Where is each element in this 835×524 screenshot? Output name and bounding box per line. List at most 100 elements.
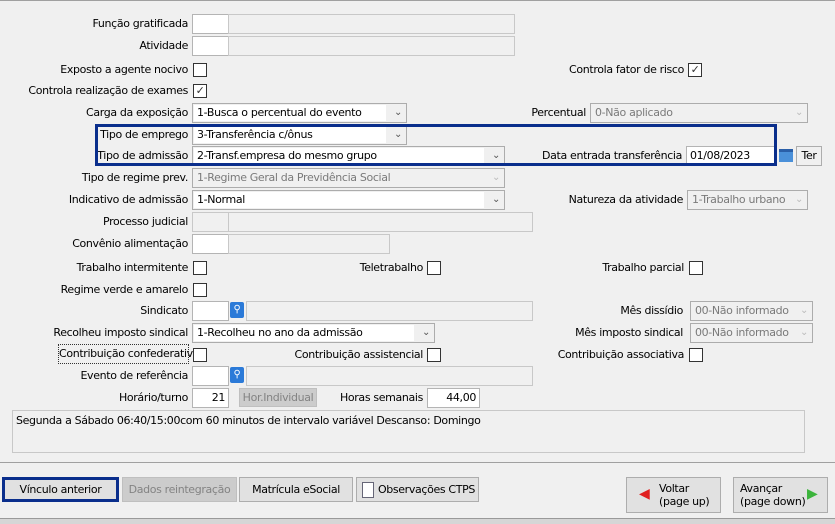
tipo-admissao-select[interactable]: 2-Transf.empresa do mesmo grupo ⌄ (192, 146, 505, 166)
chevron-down-icon: ⌄ (794, 107, 803, 118)
controla-fator-label: Controla fator de risco (569, 63, 684, 76)
tipo-emprego-value: 3-Transferência c/ônus (194, 127, 386, 143)
chevron-down-icon: ⌄ (393, 107, 402, 118)
mes-imposto-select: 00-Não informado ⌄ (690, 323, 813, 343)
ter-button[interactable]: Ter (796, 146, 822, 166)
atividade-desc (228, 36, 515, 56)
assistencial-label: Contribuição assistencial (294, 348, 424, 361)
indicativo-select[interactable]: 1-Normal ⌄ (192, 190, 505, 210)
teletrabalho-checkbox[interactable] (427, 261, 441, 275)
horas-semanais-input[interactable]: 44,00 (427, 388, 480, 408)
arrow-right-icon: ▶ (807, 486, 818, 502)
horario-input[interactable]: 21 (192, 388, 229, 408)
data-transferencia-label: Data entrada transferência (542, 149, 682, 162)
associativa-label: Contribuição associativa (557, 348, 685, 361)
controla-fator-checkbox[interactable]: ✓ (688, 63, 702, 77)
chevron-down-icon: ⌄ (491, 194, 500, 205)
avancar-button[interactable]: ▶ Avançar (page down) (733, 477, 828, 513)
tipo-emprego-select[interactable]: 3-Transferência c/ônus ⌄ (192, 125, 407, 145)
indicativo-label: Indicativo de admissão (68, 193, 188, 206)
assistencial-checkbox[interactable] (427, 348, 441, 362)
chevron-down-icon: ⌄ (799, 305, 808, 316)
controla-exames-label: Controla realização de exames (28, 84, 188, 97)
confederativa-checkbox[interactable] (193, 348, 207, 362)
indicativo-value: 1-Normal (194, 192, 484, 208)
arrow-left-icon: ◀ (639, 486, 650, 502)
processo-desc (228, 212, 533, 232)
atividade-code-input[interactable] (192, 36, 229, 56)
document-icon (362, 482, 374, 498)
exposto-label: Exposto a agente nocivo (60, 63, 188, 76)
atividade-label: Atividade (139, 39, 188, 52)
dados-reintegracao-button: Dados reintegração (122, 477, 237, 502)
horas-semanais-label: Horas semanais (339, 391, 423, 404)
tipo-emprego-label: Tipo de emprego (100, 128, 188, 141)
processo-label: Processo judicial (103, 215, 188, 228)
funcao-gratificada-code-input[interactable] (192, 14, 229, 34)
processo-code-input (192, 212, 229, 232)
percentual-label: Percentual (531, 106, 586, 119)
teletrabalho-label: Teletrabalho (359, 261, 424, 274)
convenio-code-input[interactable] (192, 234, 229, 254)
confederativa-label: Contribuição confederativa (58, 344, 200, 364)
verde-amarelo-checkbox[interactable] (193, 283, 207, 297)
intermitente-checkbox[interactable] (193, 261, 207, 275)
verde-amarelo-label: Regime verde e amarelo (60, 283, 189, 296)
search-icon[interactable]: ⚲ (230, 367, 244, 383)
bottom-toolbar-strip (0, 518, 835, 524)
exposto-checkbox[interactable] (193, 63, 207, 77)
voltar-label: Voltar (659, 482, 689, 495)
percentual-select: 0-Não aplicado ⌄ (590, 103, 808, 123)
sindicato-code-input[interactable] (192, 301, 229, 321)
recolheu-label: Recolheu imposto sindical (53, 326, 188, 339)
evento-code-input[interactable] (192, 366, 229, 386)
horario-description: Segunda a Sábado 06:40/15:00com 60 minut… (12, 410, 805, 453)
horario-label: Horário/turno (118, 391, 188, 404)
natureza-value: 1-Trabalho urbano (689, 192, 787, 208)
carga-select[interactable]: 1-Busca o percentual do evento ⌄ (192, 103, 407, 123)
natureza-select: 1-Trabalho urbano ⌄ (687, 190, 808, 210)
chevron-down-icon: ⌄ (421, 327, 430, 338)
convenio-label: Convênio alimentação (72, 237, 188, 250)
data-transferencia-input[interactable]: 01/08/2023 (686, 146, 776, 166)
mes-imposto-value: 00-Não informado (692, 325, 792, 341)
observacoes-ctps-button[interactable]: Observações CTPS (356, 477, 479, 502)
chevron-down-icon: ⌄ (794, 194, 803, 205)
recolheu-value: 1-Recolheu no ano da admissão (194, 325, 414, 341)
recolheu-select[interactable]: 1-Recolheu no ano da admissão ⌄ (192, 323, 435, 343)
sindicato-label: Sindicato (140, 304, 188, 317)
percentual-value: 0-Não aplicado (592, 105, 787, 121)
voltar-button[interactable]: ◀ Voltar (page up) (626, 477, 721, 513)
chevron-down-icon: ⌄ (799, 327, 808, 338)
tipo-regime-select: 1-Regime Geral da Previdência Social ⌄ (192, 168, 505, 188)
evento-label: Evento de referência (80, 369, 188, 382)
chevron-down-icon: ⌄ (393, 129, 402, 140)
tipo-admissao-value: 2-Transf.empresa do mesmo grupo (194, 148, 484, 164)
funcao-gratificada-desc (228, 14, 515, 34)
convenio-desc (228, 234, 390, 254)
observacoes-label: Observações CTPS (377, 483, 476, 496)
controla-exames-checkbox[interactable]: ✓ (193, 84, 207, 98)
carga-label: Carga da exposição (86, 106, 188, 119)
mes-dissidio-label: Mês dissídio (620, 304, 683, 317)
funcao-gratificada-label: Função gratificada (92, 17, 189, 30)
evento-desc (246, 366, 533, 386)
chevron-down-icon: ⌄ (491, 150, 500, 161)
calendar-icon[interactable] (779, 149, 793, 162)
sindicato-desc (246, 301, 533, 321)
matricula-esocial-button[interactable]: Matrícula eSocial (239, 477, 353, 502)
top-border (0, 0, 835, 1)
parcial-label: Trabalho parcial (602, 261, 684, 274)
tipo-regime-value: 1-Regime Geral da Previdência Social (194, 170, 484, 186)
associativa-checkbox[interactable] (689, 348, 703, 362)
tipo-regime-label: Tipo de regime prev. (81, 171, 189, 184)
mes-dissidio-select: 00-Não informado ⌄ (690, 301, 813, 321)
tipo-admissao-label: Tipo de admissão (97, 149, 188, 162)
mes-imposto-label: Mês imposto sindical (575, 326, 683, 339)
carga-value: 1-Busca o percentual do evento (194, 105, 386, 121)
search-icon[interactable]: ⚲ (230, 302, 244, 318)
parcial-checkbox[interactable] (689, 261, 703, 275)
natureza-label: Natureza da atividade (568, 193, 684, 206)
intermitente-label: Trabalho intermitente (76, 261, 189, 274)
vinculo-anterior-button[interactable]: Vínculo anterior (2, 477, 119, 502)
